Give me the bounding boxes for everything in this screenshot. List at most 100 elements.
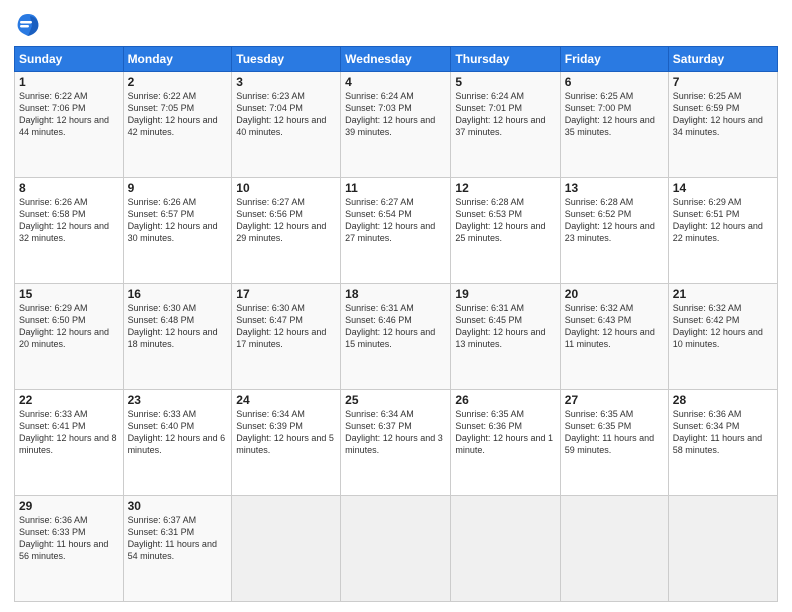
day-number: 20 [565, 287, 664, 301]
calendar-cell: 2Sunrise: 6:22 AMSunset: 7:05 PMDaylight… [123, 72, 232, 178]
day-content: Sunrise: 6:28 AMSunset: 6:52 PMDaylight:… [565, 196, 664, 245]
day-content: Sunrise: 6:27 AMSunset: 6:54 PMDaylight:… [345, 196, 446, 245]
day-number: 24 [236, 393, 336, 407]
weekday-row: SundayMondayTuesdayWednesdayThursdayFrid… [15, 47, 778, 72]
day-number: 15 [19, 287, 119, 301]
day-number: 2 [128, 75, 228, 89]
day-number: 25 [345, 393, 446, 407]
day-content: Sunrise: 6:35 AMSunset: 6:35 PMDaylight:… [565, 408, 664, 457]
day-content: Sunrise: 6:27 AMSunset: 6:56 PMDaylight:… [236, 196, 336, 245]
calendar-cell: 30Sunrise: 6:37 AMSunset: 6:31 PMDayligh… [123, 496, 232, 602]
calendar-cell: 20Sunrise: 6:32 AMSunset: 6:43 PMDayligh… [560, 284, 668, 390]
day-content: Sunrise: 6:32 AMSunset: 6:42 PMDaylight:… [673, 302, 773, 351]
weekday-header-thursday: Thursday [451, 47, 560, 72]
day-content: Sunrise: 6:26 AMSunset: 6:58 PMDaylight:… [19, 196, 119, 245]
calendar-cell: 27Sunrise: 6:35 AMSunset: 6:35 PMDayligh… [560, 390, 668, 496]
header [14, 10, 778, 38]
calendar-cell: 21Sunrise: 6:32 AMSunset: 6:42 PMDayligh… [668, 284, 777, 390]
calendar-week-3: 15Sunrise: 6:29 AMSunset: 6:50 PMDayligh… [15, 284, 778, 390]
calendar-cell: 3Sunrise: 6:23 AMSunset: 7:04 PMDaylight… [232, 72, 341, 178]
day-content: Sunrise: 6:29 AMSunset: 6:51 PMDaylight:… [673, 196, 773, 245]
day-number: 3 [236, 75, 336, 89]
day-content: Sunrise: 6:22 AMSunset: 7:05 PMDaylight:… [128, 90, 228, 139]
calendar-cell: 6Sunrise: 6:25 AMSunset: 7:00 PMDaylight… [560, 72, 668, 178]
calendar-cell [232, 496, 341, 602]
weekday-header-tuesday: Tuesday [232, 47, 341, 72]
day-number: 1 [19, 75, 119, 89]
calendar-cell: 22Sunrise: 6:33 AMSunset: 6:41 PMDayligh… [15, 390, 124, 496]
day-content: Sunrise: 6:28 AMSunset: 6:53 PMDaylight:… [455, 196, 555, 245]
calendar-cell: 9Sunrise: 6:26 AMSunset: 6:57 PMDaylight… [123, 178, 232, 284]
day-number: 19 [455, 287, 555, 301]
weekday-header-monday: Monday [123, 47, 232, 72]
day-content: Sunrise: 6:22 AMSunset: 7:06 PMDaylight:… [19, 90, 119, 139]
day-content: Sunrise: 6:23 AMSunset: 7:04 PMDaylight:… [236, 90, 336, 139]
day-number: 28 [673, 393, 773, 407]
day-number: 27 [565, 393, 664, 407]
day-number: 6 [565, 75, 664, 89]
day-content: Sunrise: 6:25 AMSunset: 7:00 PMDaylight:… [565, 90, 664, 139]
calendar-table: SundayMondayTuesdayWednesdayThursdayFrid… [14, 46, 778, 602]
calendar-cell: 1Sunrise: 6:22 AMSunset: 7:06 PMDaylight… [15, 72, 124, 178]
day-number: 9 [128, 181, 228, 195]
day-number: 22 [19, 393, 119, 407]
weekday-header-saturday: Saturday [668, 47, 777, 72]
calendar-cell: 18Sunrise: 6:31 AMSunset: 6:46 PMDayligh… [341, 284, 451, 390]
day-number: 23 [128, 393, 228, 407]
calendar-cell: 17Sunrise: 6:30 AMSunset: 6:47 PMDayligh… [232, 284, 341, 390]
calendar-cell: 29Sunrise: 6:36 AMSunset: 6:33 PMDayligh… [15, 496, 124, 602]
day-number: 17 [236, 287, 336, 301]
calendar-cell: 11Sunrise: 6:27 AMSunset: 6:54 PMDayligh… [341, 178, 451, 284]
weekday-header-wednesday: Wednesday [341, 47, 451, 72]
day-content: Sunrise: 6:32 AMSunset: 6:43 PMDaylight:… [565, 302, 664, 351]
calendar-cell: 4Sunrise: 6:24 AMSunset: 7:03 PMDaylight… [341, 72, 451, 178]
day-number: 10 [236, 181, 336, 195]
day-number: 18 [345, 287, 446, 301]
day-content: Sunrise: 6:25 AMSunset: 6:59 PMDaylight:… [673, 90, 773, 139]
calendar-week-2: 8Sunrise: 6:26 AMSunset: 6:58 PMDaylight… [15, 178, 778, 284]
day-number: 26 [455, 393, 555, 407]
day-content: Sunrise: 6:24 AMSunset: 7:01 PMDaylight:… [455, 90, 555, 139]
calendar-cell: 7Sunrise: 6:25 AMSunset: 6:59 PMDaylight… [668, 72, 777, 178]
page: SundayMondayTuesdayWednesdayThursdayFrid… [0, 0, 792, 612]
weekday-header-friday: Friday [560, 47, 668, 72]
calendar-cell [451, 496, 560, 602]
day-number: 16 [128, 287, 228, 301]
day-content: Sunrise: 6:31 AMSunset: 6:46 PMDaylight:… [345, 302, 446, 351]
calendar-cell: 14Sunrise: 6:29 AMSunset: 6:51 PMDayligh… [668, 178, 777, 284]
day-content: Sunrise: 6:36 AMSunset: 6:34 PMDaylight:… [673, 408, 773, 457]
calendar-cell: 15Sunrise: 6:29 AMSunset: 6:50 PMDayligh… [15, 284, 124, 390]
logo [14, 10, 46, 38]
day-number: 5 [455, 75, 555, 89]
calendar-week-1: 1Sunrise: 6:22 AMSunset: 7:06 PMDaylight… [15, 72, 778, 178]
logo-icon [14, 10, 42, 38]
calendar-cell: 19Sunrise: 6:31 AMSunset: 6:45 PMDayligh… [451, 284, 560, 390]
day-content: Sunrise: 6:37 AMSunset: 6:31 PMDaylight:… [128, 514, 228, 563]
calendar-cell: 13Sunrise: 6:28 AMSunset: 6:52 PMDayligh… [560, 178, 668, 284]
calendar-cell: 25Sunrise: 6:34 AMSunset: 6:37 PMDayligh… [341, 390, 451, 496]
day-number: 7 [673, 75, 773, 89]
day-number: 13 [565, 181, 664, 195]
calendar-week-4: 22Sunrise: 6:33 AMSunset: 6:41 PMDayligh… [15, 390, 778, 496]
day-number: 11 [345, 181, 446, 195]
calendar-cell [560, 496, 668, 602]
day-number: 30 [128, 499, 228, 513]
day-content: Sunrise: 6:30 AMSunset: 6:47 PMDaylight:… [236, 302, 336, 351]
calendar-cell: 8Sunrise: 6:26 AMSunset: 6:58 PMDaylight… [15, 178, 124, 284]
day-content: Sunrise: 6:29 AMSunset: 6:50 PMDaylight:… [19, 302, 119, 351]
calendar-body: 1Sunrise: 6:22 AMSunset: 7:06 PMDaylight… [15, 72, 778, 602]
day-content: Sunrise: 6:30 AMSunset: 6:48 PMDaylight:… [128, 302, 228, 351]
day-content: Sunrise: 6:33 AMSunset: 6:40 PMDaylight:… [128, 408, 228, 457]
day-content: Sunrise: 6:26 AMSunset: 6:57 PMDaylight:… [128, 196, 228, 245]
day-content: Sunrise: 6:24 AMSunset: 7:03 PMDaylight:… [345, 90, 446, 139]
calendar-cell: 28Sunrise: 6:36 AMSunset: 6:34 PMDayligh… [668, 390, 777, 496]
calendar-cell: 26Sunrise: 6:35 AMSunset: 6:36 PMDayligh… [451, 390, 560, 496]
day-content: Sunrise: 6:34 AMSunset: 6:39 PMDaylight:… [236, 408, 336, 457]
calendar-cell: 10Sunrise: 6:27 AMSunset: 6:56 PMDayligh… [232, 178, 341, 284]
calendar-cell [341, 496, 451, 602]
calendar-cell: 5Sunrise: 6:24 AMSunset: 7:01 PMDaylight… [451, 72, 560, 178]
calendar-cell: 16Sunrise: 6:30 AMSunset: 6:48 PMDayligh… [123, 284, 232, 390]
day-content: Sunrise: 6:34 AMSunset: 6:37 PMDaylight:… [345, 408, 446, 457]
day-number: 14 [673, 181, 773, 195]
day-number: 12 [455, 181, 555, 195]
